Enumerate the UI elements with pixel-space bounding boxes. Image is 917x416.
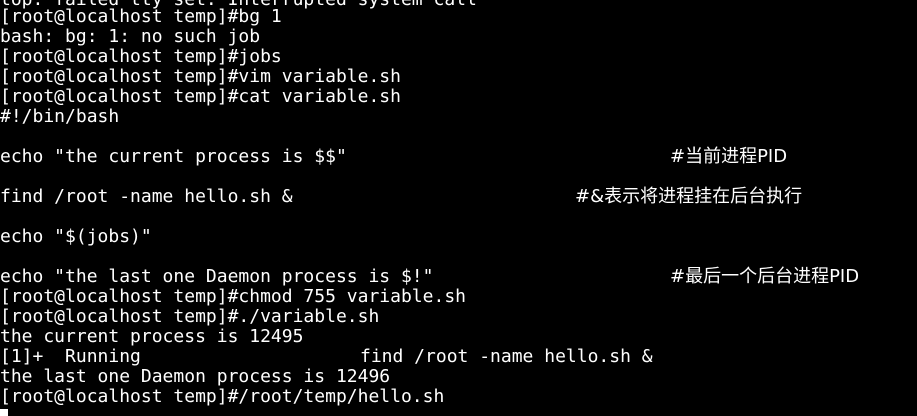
terminal-line-chmod-command: [root@localhost temp]#chmod 755 variable… — [0, 286, 466, 307]
terminal-line-bg-command: [root@localhost temp]#bg 1 — [0, 6, 282, 27]
script-comment-background: #&表示将进程挂在后台执行 — [575, 186, 803, 207]
script-comment-last-background-pid: #最后一个后台进程PID — [670, 266, 860, 287]
terminal-window[interactable]: top: failed tty set: Interrupted system … — [0, 0, 917, 416]
script-echo-current-process: echo "the current process is $$" — [0, 146, 347, 167]
terminal-line-vim-command: [root@localhost temp]#vim variable.sh — [0, 66, 401, 87]
terminal-line-bg-error: bash: bg: 1: no such job — [0, 26, 261, 47]
script-shebang: #!/bin/bash — [0, 106, 120, 127]
output-last-daemon: the last one Daemon process is 12496 — [0, 366, 391, 387]
script-find-command: find /root -name hello.sh & — [0, 186, 293, 207]
terminal-line-jobs-command: [root@localhost temp]#jobs — [0, 46, 282, 67]
script-comment-current-pid: #当前进程PID — [670, 146, 788, 167]
terminal-line-cat-command: [root@localhost temp]#cat variable.sh — [0, 86, 401, 107]
terminal-line-run-script: [root@localhost temp]#./variable.sh — [0, 306, 380, 327]
terminal-line-hello-command: [root@localhost temp]#/root/temp/hello.s… — [0, 386, 445, 407]
terminal-cursor — [0, 409, 8, 416]
script-echo-jobs: echo "$(jobs)" — [0, 226, 152, 247]
output-job-status: [1]+ Running — [0, 346, 141, 367]
output-job-command: find /root -name hello.sh & — [360, 346, 653, 367]
script-echo-last-daemon: echo "the last one Daemon process is $!" — [0, 266, 434, 287]
output-current-process: the current process is 12495 — [0, 326, 304, 347]
